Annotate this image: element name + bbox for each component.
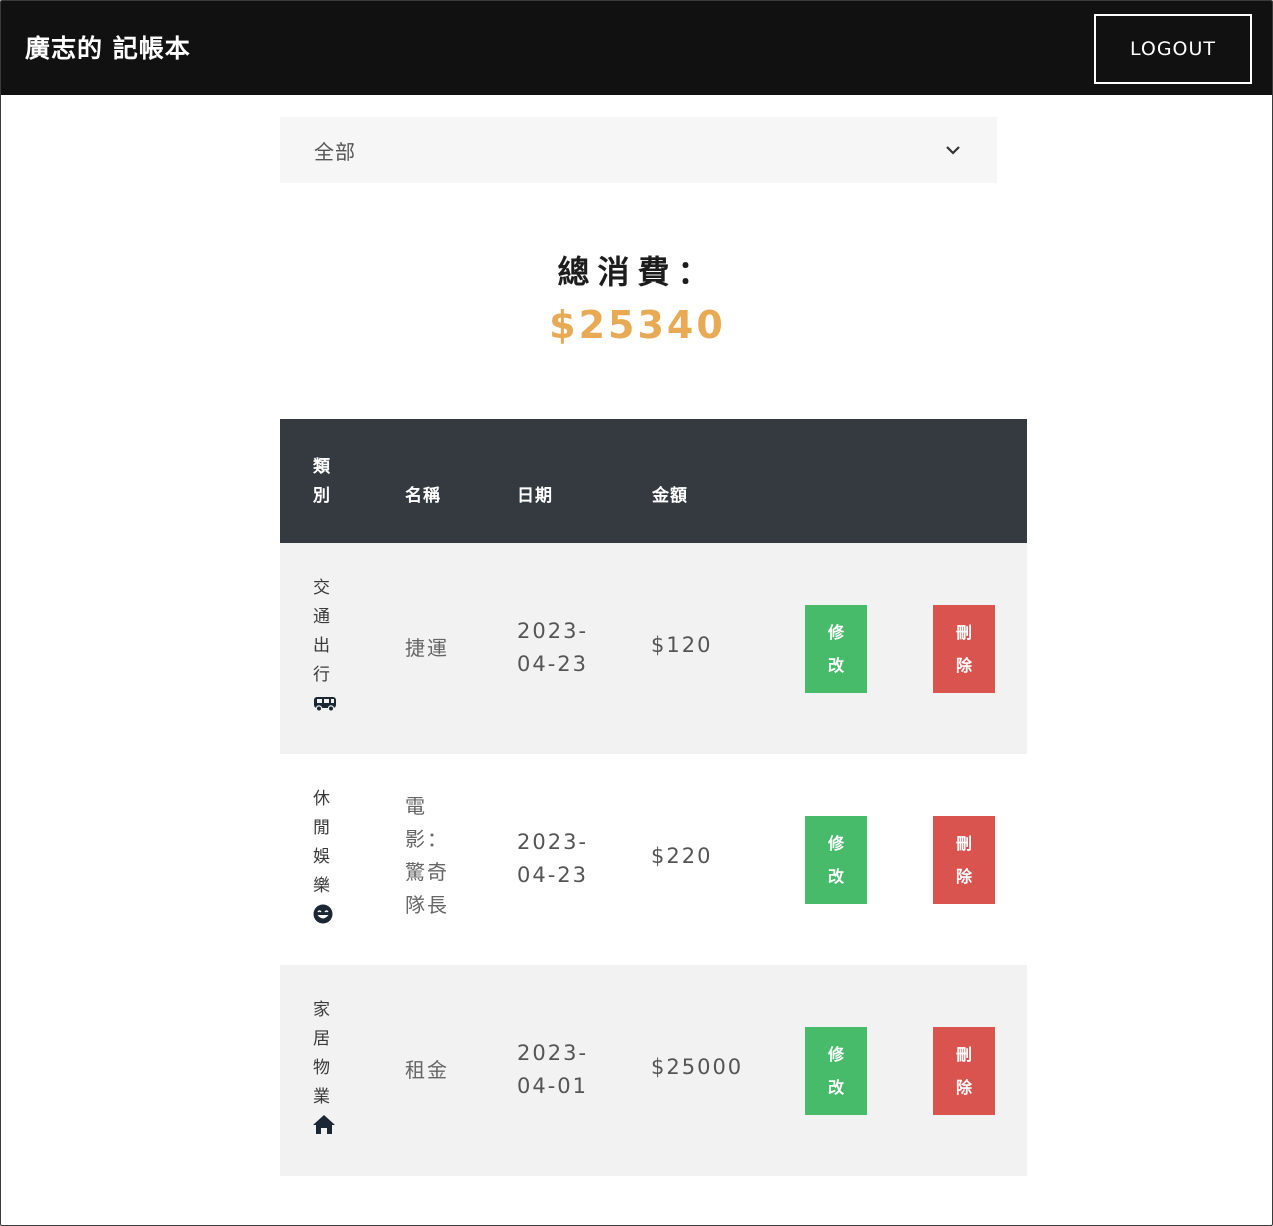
app-window: 廣志的 記帳本 LOGOUT 全部 總消費： $25340 類 別 名稱 日期 … <box>0 0 1273 1226</box>
category-char: 娛 <box>313 847 330 867</box>
edit-label: 修 <box>827 623 844 642</box>
category-char: 業 <box>313 1087 330 1107</box>
date-line: 04-23 <box>517 652 589 676</box>
total-amount: $25340 <box>549 303 726 347</box>
name-line: 電 <box>405 794 427 818</box>
home-icon <box>313 1115 335 1134</box>
date-line: 2023- <box>517 619 589 643</box>
edit-label: 改 <box>827 1078 844 1097</box>
category-char: 物 <box>313 1058 330 1078</box>
name-line: 隊長 <box>405 893 449 917</box>
edit-label: 改 <box>827 867 844 886</box>
table-row: 休 閒 娛 樂 電 影： 驚奇 隊長 2023- 04-23 $220 修 改 … <box>280 754 1027 965</box>
row-name: 捷運 <box>405 636 449 660</box>
edit-button[interactable]: 修 改 <box>805 605 867 693</box>
delete-button[interactable]: 刪 除 <box>933 816 995 904</box>
edit-button[interactable]: 修 改 <box>805 816 867 904</box>
delete-label: 刪 <box>955 834 972 853</box>
category-filter-select[interactable]: 全部 <box>280 117 997 183</box>
navbar: 廣志的 記帳本 LOGOUT <box>1 1 1272 95</box>
header-category-line: 別 <box>313 486 331 506</box>
category-char: 通 <box>313 607 330 627</box>
row-name: 租金 <box>405 1058 449 1082</box>
delete-label: 除 <box>955 867 972 886</box>
edit-label: 修 <box>827 1045 844 1064</box>
brand-title[interactable]: 廣志的 記帳本 <box>25 29 191 65</box>
edit-label: 改 <box>827 656 844 675</box>
row-amount: $25000 <box>651 1055 744 1079</box>
category-char: 閒 <box>313 818 330 838</box>
header-name: 名稱 <box>405 486 441 506</box>
category-char: 行 <box>313 665 330 685</box>
category-char: 居 <box>313 1029 330 1049</box>
date-line: 2023- <box>517 1041 589 1065</box>
expense-table: 類 別 名稱 日期 金額 交 通 出 行 捷運 2023- 04-23 $120… <box>280 419 1027 1176</box>
row-date: 2023- 04-23 <box>517 826 597 892</box>
category-char: 交 <box>313 578 330 598</box>
category-char: 樂 <box>313 876 330 896</box>
category-char: 休 <box>313 789 330 809</box>
bus-icon <box>314 697 336 712</box>
table-row: 交 通 出 行 捷運 2023- 04-23 $120 修 改 刪 除 <box>280 543 1027 754</box>
filter-selected-value: 全部 <box>314 140 356 164</box>
delete-label: 刪 <box>955 1045 972 1064</box>
row-amount: $220 <box>651 844 713 868</box>
row-category: 交 通 出 行 <box>313 574 341 714</box>
row-date: 2023- 04-01 <box>517 1037 597 1103</box>
date-line: 04-23 <box>517 863 589 887</box>
date-line: 04-01 <box>517 1074 589 1098</box>
table-row: 家 居 物 業 租金 2023- 04-01 $25000 修 改 刪 除 <box>280 965 1027 1176</box>
category-char: 家 <box>313 1000 330 1020</box>
delete-label: 除 <box>955 1078 972 1097</box>
row-amount: $120 <box>651 633 713 657</box>
delete-button[interactable]: 刪 除 <box>933 605 995 693</box>
logout-button[interactable]: LOGOUT <box>1094 14 1252 84</box>
row-category: 家 居 物 業 <box>313 996 341 1136</box>
name-line: 驚奇 <box>405 860 449 884</box>
row-name: 電 影： 驚奇 隊長 <box>405 790 457 922</box>
header-category-line: 類 <box>313 457 331 477</box>
header-category: 類 別 <box>313 453 331 511</box>
delete-label: 刪 <box>955 623 972 642</box>
name-line: 影： <box>405 827 449 851</box>
delete-button[interactable]: 刪 除 <box>933 1027 995 1115</box>
header-date: 日期 <box>517 486 553 506</box>
header-amount: 金額 <box>652 486 688 506</box>
edit-label: 修 <box>827 834 844 853</box>
table-header: 類 別 名稱 日期 金額 <box>280 419 1027 543</box>
delete-label: 除 <box>955 656 972 675</box>
category-char: 出 <box>313 636 330 656</box>
row-category: 休 閒 娛 樂 <box>313 785 341 925</box>
row-date: 2023- 04-23 <box>517 615 597 681</box>
date-line: 2023- <box>517 830 589 854</box>
smile-icon <box>313 904 333 924</box>
total-label: 總消費： <box>557 253 718 291</box>
edit-button[interactable]: 修 改 <box>805 1027 867 1115</box>
chevron-down-icon <box>946 146 960 155</box>
